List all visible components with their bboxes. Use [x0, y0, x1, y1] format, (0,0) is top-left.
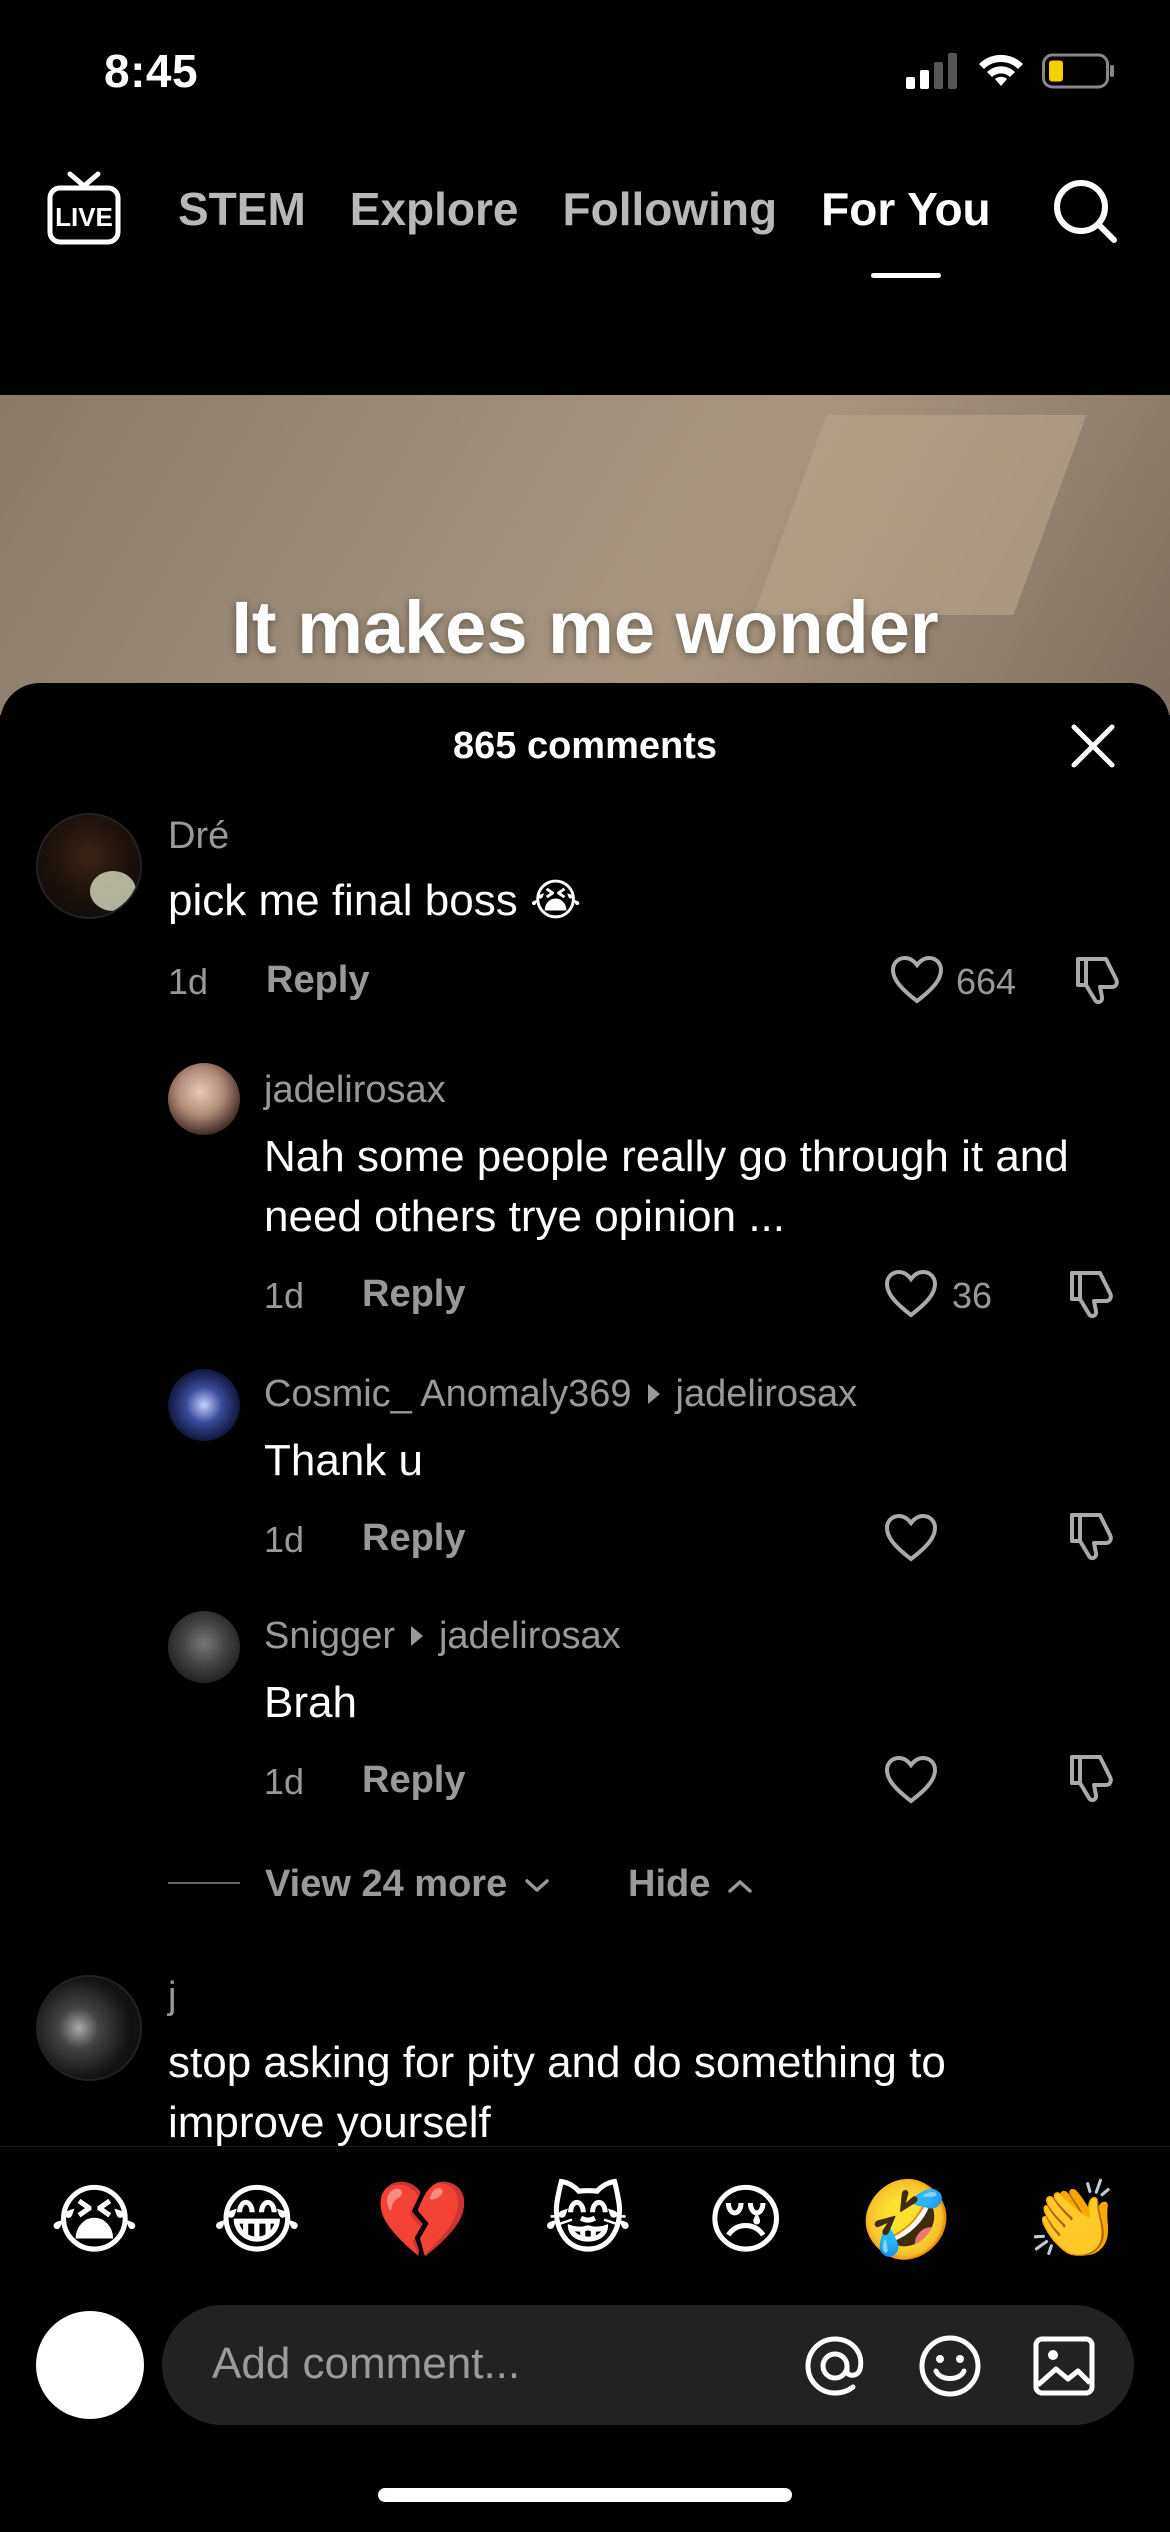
reply-button[interactable]: Reply: [362, 1759, 465, 1802]
comment-username[interactable]: Dré: [168, 815, 229, 858]
status-bar: 8:45: [0, 0, 1170, 150]
reply-arrow-icon: [410, 1625, 423, 1646]
tab-following[interactable]: Following: [563, 182, 778, 236]
nav-tabs: STEM Explore Following For You: [178, 182, 991, 236]
avatar[interactable]: [36, 813, 142, 919]
reply-to-user[interactable]: jadelirosax: [676, 1373, 858, 1415]
emoji-button[interactable]: 😢: [706, 2175, 785, 2265]
reply-button[interactable]: Reply: [266, 959, 369, 1002]
comment-text: Nah some people really go through it and…: [264, 1132, 1069, 1241]
comment-text: Brah: [264, 1678, 357, 1727]
comment-username[interactable]: Snigger jadelirosax: [264, 1615, 621, 1658]
emoji-button[interactable]: 🤣: [859, 2175, 954, 2265]
top-nav: LIVE STEM Explore Following For You: [0, 160, 1170, 280]
live-label: LIVE: [55, 202, 113, 232]
emoji-button[interactable]: 😂: [213, 2175, 302, 2265]
avatar[interactable]: [168, 1611, 240, 1683]
tab-stem[interactable]: STEM: [178, 182, 306, 236]
comment-author[interactable]: Cosmic_ Anomaly369: [264, 1373, 632, 1415]
like-count: 664: [956, 961, 1017, 1002]
comments-header: 865 comments: [0, 683, 1170, 803]
status-time: 8:45: [104, 45, 199, 97]
comment-username[interactable]: j: [168, 1975, 176, 2018]
quick-emoji-row: 😭 😂 💔 😹 😢 🤣 👏: [0, 2175, 1170, 2265]
avatar[interactable]: [168, 1369, 240, 1441]
emoji-button[interactable]: 😹: [543, 2175, 632, 2265]
dislike-icon[interactable]: [1066, 1267, 1118, 1321]
reply-button[interactable]: Reply: [362, 1273, 465, 1316]
comment-username[interactable]: jadelirosax: [264, 1069, 446, 1112]
view-more-label: View 24 more: [265, 1863, 508, 1905]
view-more-replies-button[interactable]: View 24 more: [265, 1863, 550, 1906]
live-tv-icon[interactable]: LIVE: [46, 170, 122, 250]
dislike-icon[interactable]: [1072, 953, 1124, 1007]
hide-replies-button[interactable]: Hide: [628, 1863, 753, 1906]
reply-button[interactable]: Reply: [362, 1517, 465, 1560]
comment-text: Thank u: [264, 1436, 423, 1485]
dislike-icon[interactable]: [1066, 1751, 1118, 1805]
mention-at-icon[interactable]: [802, 2333, 868, 2399]
tab-for-you[interactable]: For You: [821, 182, 991, 236]
like-count: 36: [952, 1275, 993, 1316]
video-caption: It makes me wonder: [231, 586, 939, 669]
heart-icon[interactable]: [884, 1755, 938, 1805]
comment-count: 865 comments: [452, 725, 717, 767]
comment-age: 1d: [264, 1275, 305, 1316]
my-avatar[interactable]: [36, 2311, 144, 2419]
avatar[interactable]: [168, 1063, 240, 1135]
status-icons: [906, 52, 1116, 90]
comment-age: 1d: [264, 1761, 305, 1802]
chevron-down-icon: [525, 1879, 549, 1892]
emoji-button[interactable]: 👏: [1027, 2175, 1122, 2265]
comment-age: 1d: [168, 961, 209, 1002]
emoji-button[interactable]: 😭: [50, 2175, 139, 2265]
emoji-smile-icon[interactable]: [917, 2333, 983, 2399]
cellular-signal-icon: [906, 53, 957, 89]
reply-to-user[interactable]: jadelirosax: [439, 1615, 621, 1657]
comment-text: pick me final boss 😭: [168, 876, 582, 925]
heart-icon[interactable]: [884, 1513, 938, 1563]
reply-arrow-icon: [647, 1383, 660, 1404]
view-more-divider: [168, 1882, 240, 1884]
comment-age: 1d: [264, 1519, 305, 1560]
image-icon[interactable]: [1032, 2335, 1096, 2397]
comment-composer: 😭 😂 💔 😹 😢 🤣 👏 Add comment...: [0, 2146, 1170, 2532]
comment-author[interactable]: Snigger: [264, 1615, 395, 1657]
video-preview[interactable]: It makes me wonder: [0, 395, 1170, 715]
wifi-icon: [979, 54, 1023, 86]
search-icon[interactable]: [1050, 176, 1120, 246]
hide-label: Hide: [628, 1863, 711, 1905]
avatar[interactable]: [36, 1975, 142, 2081]
comment-username[interactable]: Cosmic_ Anomaly369 jadelirosax: [264, 1373, 857, 1416]
comment-text: stop asking for pity and do something to…: [168, 2038, 946, 2147]
emoji-button[interactable]: 💔: [375, 2175, 470, 2265]
heart-icon[interactable]: [890, 955, 944, 1005]
tab-explore[interactable]: Explore: [350, 182, 519, 236]
comment-input-placeholder: Add comment...: [212, 2339, 521, 2388]
chevron-up-icon: [728, 1880, 752, 1893]
battery-icon: [1042, 53, 1114, 89]
dislike-icon[interactable]: [1066, 1509, 1118, 1563]
close-icon[interactable]: [1070, 723, 1116, 769]
home-indicator[interactable]: [378, 2488, 792, 2502]
comment-input[interactable]: Add comment...: [162, 2305, 1134, 2425]
heart-icon[interactable]: [884, 1269, 938, 1319]
